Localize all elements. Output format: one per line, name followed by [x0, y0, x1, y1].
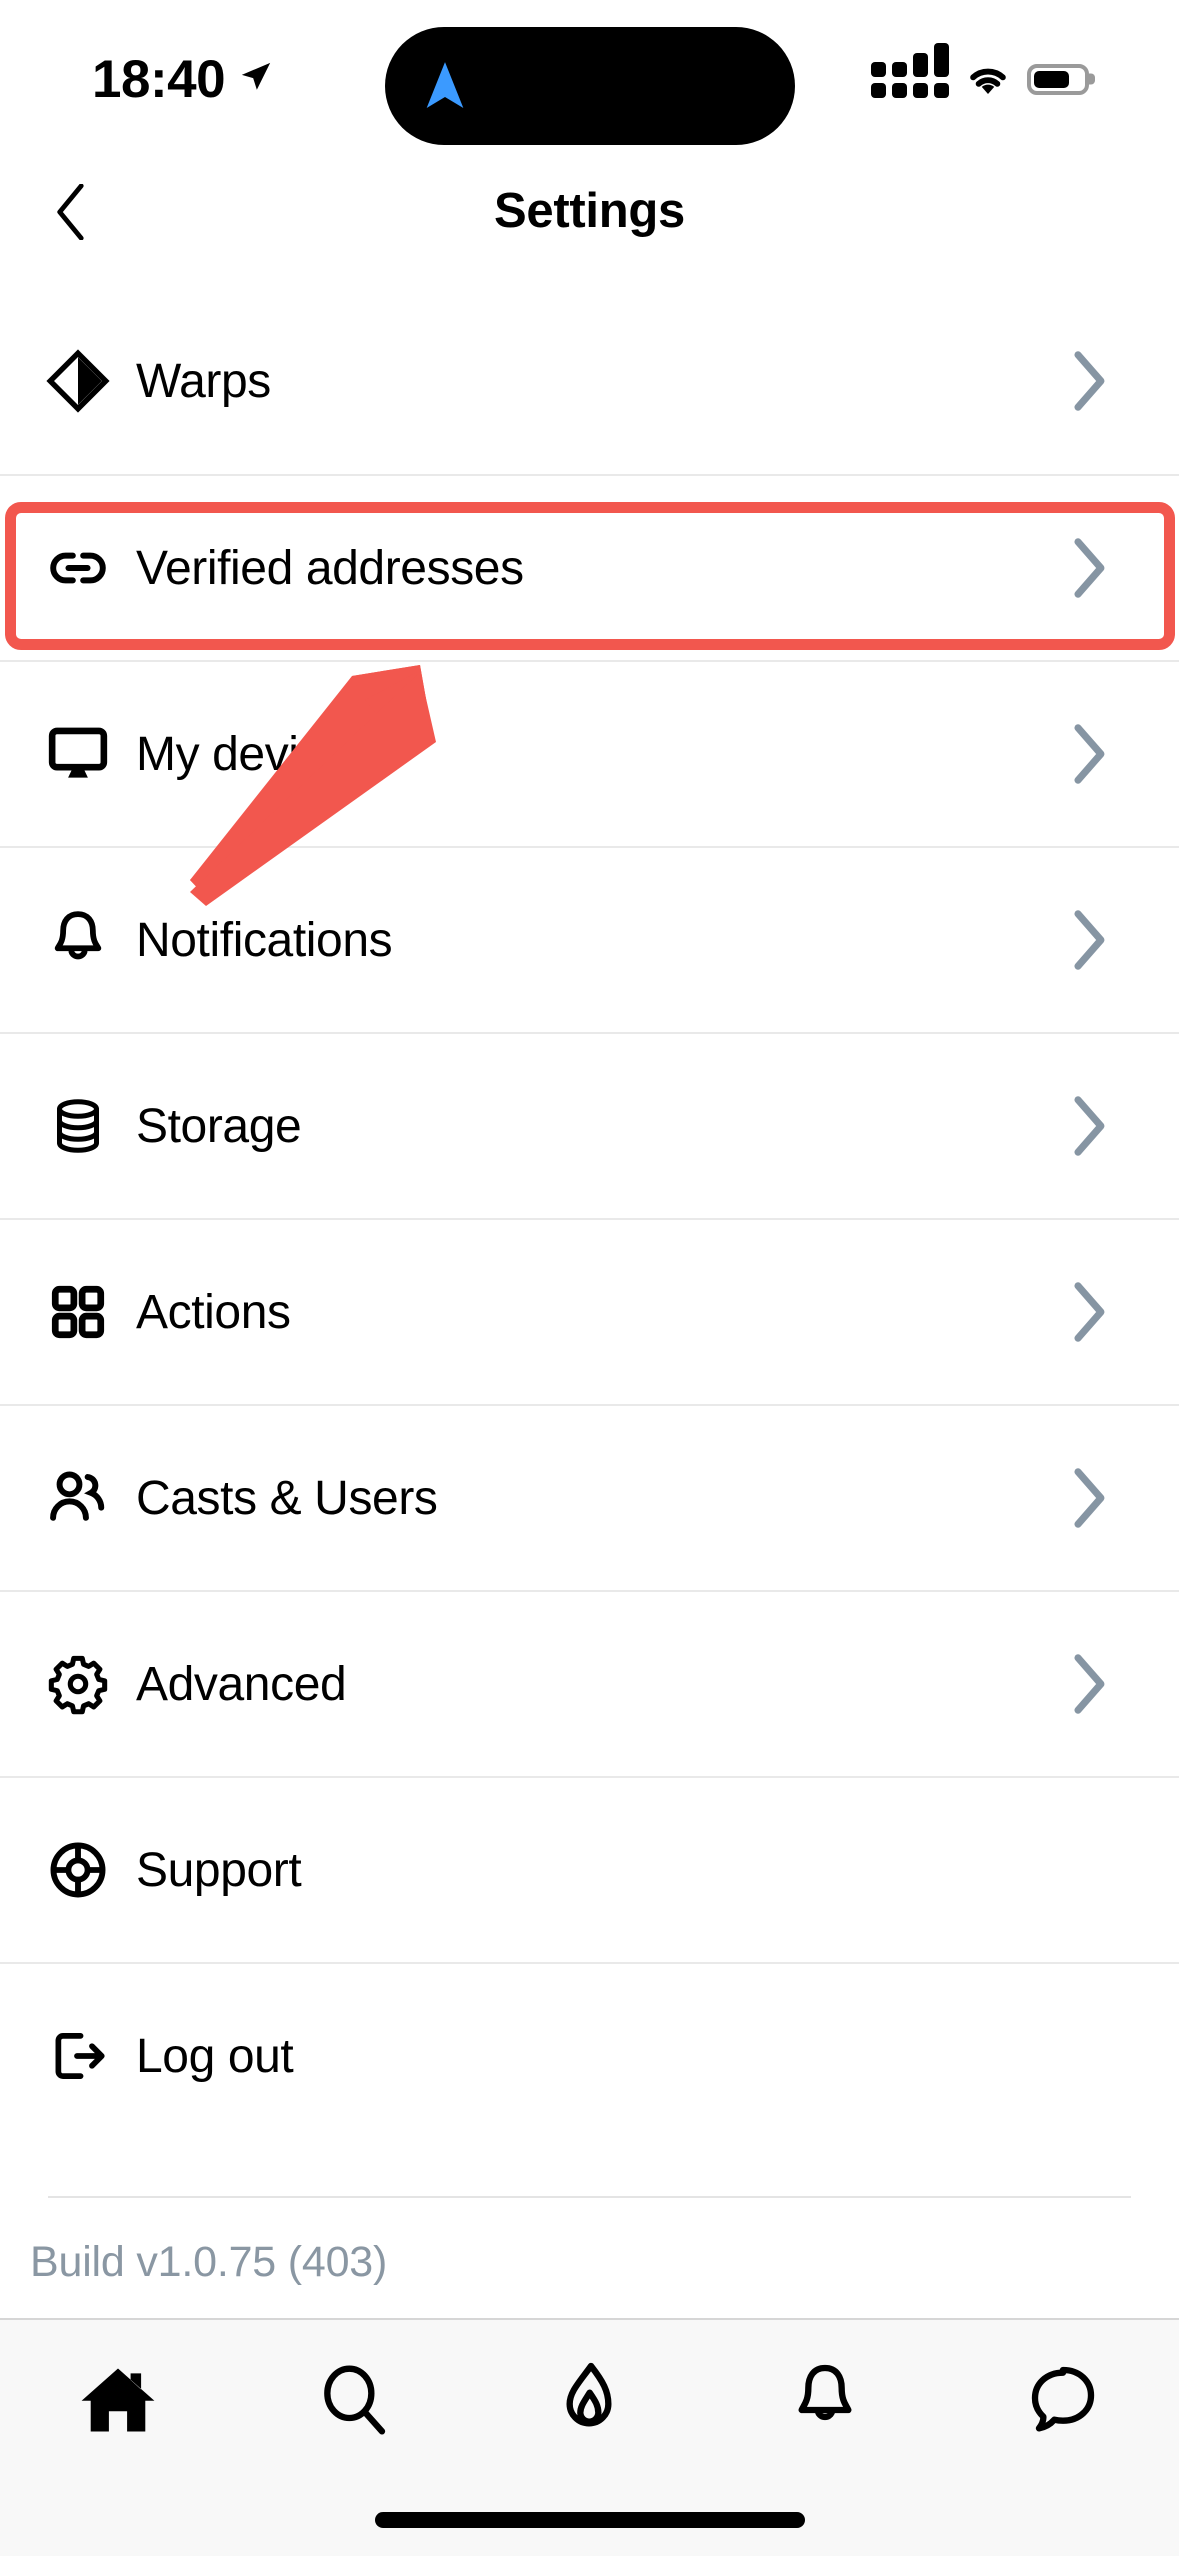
chevron-right-icon [1073, 1468, 1107, 1528]
list-item-advanced[interactable]: Advanced [0, 1590, 1179, 1776]
gear-icon [32, 1652, 124, 1716]
list-item-warps[interactable]: Warps [0, 288, 1179, 474]
dynamic-island [385, 27, 795, 145]
bottom-tab-bar [0, 2318, 1179, 2556]
list-item-verified-addresses[interactable]: Verified addresses [0, 474, 1179, 660]
build-version-text: Build v1.0.75 (403) [30, 2238, 387, 2287]
list-item-casts-and-users[interactable]: Casts & Users [0, 1404, 1179, 1590]
users-icon [32, 1464, 124, 1532]
warp-diamond-icon [32, 347, 124, 415]
search-icon [314, 2360, 394, 2440]
flame-icon [549, 2360, 629, 2440]
list-item-my-devices[interactable]: My devices [0, 660, 1179, 846]
navigation-header: Settings [0, 150, 1179, 272]
list-item-support[interactable]: Support [0, 1776, 1179, 1962]
link-icon [32, 537, 124, 599]
bell-icon [32, 907, 124, 973]
battery-fill [1034, 71, 1069, 88]
list-item-notifications[interactable]: Notifications [0, 846, 1179, 1032]
battery-icon [1027, 64, 1089, 95]
status-bar-right [871, 60, 1089, 98]
status-time: 18:40 [92, 53, 225, 106]
tab-notifications[interactable] [707, 2320, 943, 2480]
list-item-label: Casts & Users [136, 1471, 1073, 1526]
navigation-arrow-icon [423, 60, 467, 112]
list-item-label: Verified addresses [136, 541, 1073, 596]
chevron-right-icon [1073, 910, 1107, 970]
list-item-actions[interactable]: Actions [0, 1218, 1179, 1404]
list-item-label: Storage [136, 1099, 1073, 1154]
chevron-right-icon [1073, 1096, 1107, 1156]
list-item-label: My devices [136, 727, 1073, 782]
tab-trending[interactable] [472, 2320, 708, 2480]
list-item-label: Notifications [136, 913, 1073, 968]
list-item-label: Actions [136, 1285, 1073, 1340]
monitor-icon [32, 721, 124, 787]
chevron-right-icon [1073, 538, 1107, 598]
list-item-storage[interactable]: Storage [0, 1032, 1179, 1218]
chevron-right-icon [1073, 724, 1107, 784]
status-bar: 18:40 [0, 0, 1179, 150]
home-indicator [375, 2512, 805, 2528]
phone-screen: 18:40 [0, 0, 1179, 2556]
list-item-log-out[interactable]: Log out [0, 1962, 1179, 2148]
tab-search[interactable] [236, 2320, 472, 2480]
footer-divider [48, 2196, 1131, 2198]
tab-messages[interactable] [943, 2320, 1179, 2480]
grid-squares-icon [32, 1281, 124, 1343]
logout-icon [32, 2025, 124, 2087]
chevron-right-icon [1073, 351, 1107, 411]
page-title: Settings [0, 150, 1179, 272]
tab-home[interactable] [0, 2320, 236, 2480]
bell-icon [785, 2360, 865, 2440]
settings-list: Warps Verified addresses [0, 288, 1179, 2148]
list-item-label: Support [136, 1843, 1073, 1898]
chevron-right-icon [1073, 1282, 1107, 1342]
list-item-label: Log out [136, 2029, 1073, 2084]
chat-icon [1021, 2360, 1101, 2440]
lifebuoy-icon [32, 1838, 124, 1902]
chevron-right-icon [1073, 1654, 1107, 1714]
status-bar-left: 18:40 [92, 53, 273, 106]
list-item-label: Advanced [136, 1657, 1073, 1712]
database-icon [32, 1096, 124, 1156]
cellular-signal-icon [871, 60, 949, 98]
wifi-icon [966, 62, 1010, 96]
location-arrow-icon [239, 60, 273, 94]
home-icon [76, 2358, 160, 2442]
list-item-label: Warps [136, 354, 1073, 409]
